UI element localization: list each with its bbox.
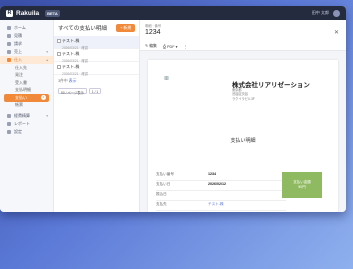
document-title: 支払い明細	[230, 138, 256, 144]
company-address: 東京都 渋谷区渋谷 ラクイラビル3F	[232, 88, 255, 101]
company-logo: 🏢	[164, 75, 169, 80]
logo-text: Rakuila	[16, 9, 40, 17]
chevron-down-icon: ▾	[46, 50, 48, 54]
chevron-up-icon: ▴	[46, 58, 48, 62]
report-icon	[7, 122, 11, 126]
expense-icon	[7, 114, 11, 118]
purchase-icon	[7, 58, 11, 62]
detail-pane: 明細 · 番号 1234 ✕ ✎ 編集 ⎙ PDF ▾ ⋮ 🏢 株式会社リアリゼ…	[140, 20, 346, 212]
pdf-button[interactable]: ⎙ PDF ▾	[163, 44, 178, 49]
app-window: R Rakuila BETA 田中 太郎 ホーム 見積 請求 売上 ▾ 仕入 ▴ 仕…	[0, 6, 346, 212]
list-item[interactable]: テスト-株 2026/03/21 · 確認	[54, 36, 139, 50]
sidebar-item-expenses[interactable]: 経費精算 ▾	[0, 112, 53, 120]
gear-icon	[7, 130, 11, 134]
list-item[interactable]: テスト-株 2026/03/21 · 確認	[54, 62, 139, 76]
sidebar-item-settings[interactable]: 設定	[0, 128, 53, 136]
pager-link[interactable]: 表示	[69, 79, 77, 83]
sales-icon	[7, 50, 11, 54]
detail-toolbar: ✎ 編集 ⎙ PDF ▾ ⋮	[140, 42, 346, 51]
sidebar-subitem-receipts[interactable]: 受入書	[0, 79, 53, 87]
chevron-down-icon: ▾	[46, 114, 48, 118]
sidebar: ホーム 見積 請求 売上 ▾ 仕入 ▴ 仕入先 発注 受入書 支払明細 支払い 3 帳…	[0, 20, 54, 212]
sidebar-subitem-statements[interactable]: 支払明細	[0, 87, 53, 95]
sidebar-item-purchases[interactable]: 仕入 ▴	[0, 56, 53, 64]
avatar[interactable]	[333, 9, 340, 17]
document-list-pane: すべての支払い明細 + 新規 テスト-株 2026/03/21 · 確認 テスト…	[54, 20, 140, 212]
field-payment-date: 支払い日 2026/02/12	[156, 182, 286, 191]
new-button[interactable]: + 新規	[116, 24, 135, 32]
per-page-select[interactable]: 50 / ページ表示	[58, 88, 87, 95]
detail-number: 1234	[145, 29, 161, 36]
sidebar-subitem-suppliers[interactable]: 仕入先	[0, 64, 53, 72]
edit-button[interactable]: ✎ 編集	[145, 43, 157, 49]
sidebar-subitem-payments[interactable]: 支払い 3	[4, 94, 49, 102]
sidebar-item-sales[interactable]: 売上 ▾	[0, 48, 53, 56]
beta-badge: BETA	[45, 9, 60, 17]
home-icon	[7, 26, 11, 30]
sidebar-item-quotes[interactable]: 見積	[0, 32, 53, 40]
more-button[interactable]: ⋮	[184, 44, 188, 49]
row-checkbox[interactable]	[57, 52, 61, 56]
payee-link[interactable]: テスト-株	[208, 202, 224, 207]
app-logo[interactable]: R Rakuila BETA	[6, 9, 60, 17]
page-indicator[interactable]: 1 / 1	[88, 88, 102, 94]
logo-mark-icon: R	[6, 9, 13, 17]
top-bar: R Rakuila BETA 田中 太郎	[0, 6, 346, 20]
amount-box: 支払い金額 ¥0円	[282, 172, 322, 198]
detail-label: 明細 · 番号	[145, 24, 162, 28]
field-transfer-date: 振込日	[156, 192, 286, 201]
document-preview: 🏢 株式会社リアリゼーション 東京都 渋谷区渋谷 ラクイラビル3F 支払い明細 …	[148, 60, 338, 212]
quote-icon	[7, 34, 11, 38]
list-title: すべての支払い明細	[58, 26, 107, 32]
row-checkbox[interactable]	[57, 39, 61, 43]
row-checkbox[interactable]	[57, 65, 61, 69]
sidebar-subitem-orders[interactable]: 発注	[0, 72, 53, 80]
list-item[interactable]: テスト-株 2026/03/21 · 確認	[54, 49, 139, 63]
invoice-icon	[7, 42, 11, 46]
sidebar-item-home[interactable]: ホーム	[0, 24, 53, 32]
sidebar-item-reports[interactable]: レポート	[0, 120, 53, 128]
sidebar-item-invoices[interactable]: 請求	[0, 40, 53, 48]
field-payee: 支払先 テスト-株	[156, 202, 286, 211]
user-name[interactable]: 田中 太郎	[312, 10, 329, 16]
field-payment-number: 支払い番号 1234	[156, 172, 286, 181]
count-badge: 3	[41, 95, 46, 101]
sidebar-subitem-forms[interactable]: 帳票	[0, 102, 53, 110]
pager-summary: 3件中 表示	[58, 79, 77, 83]
close-icon[interactable]: ✕	[334, 29, 339, 36]
